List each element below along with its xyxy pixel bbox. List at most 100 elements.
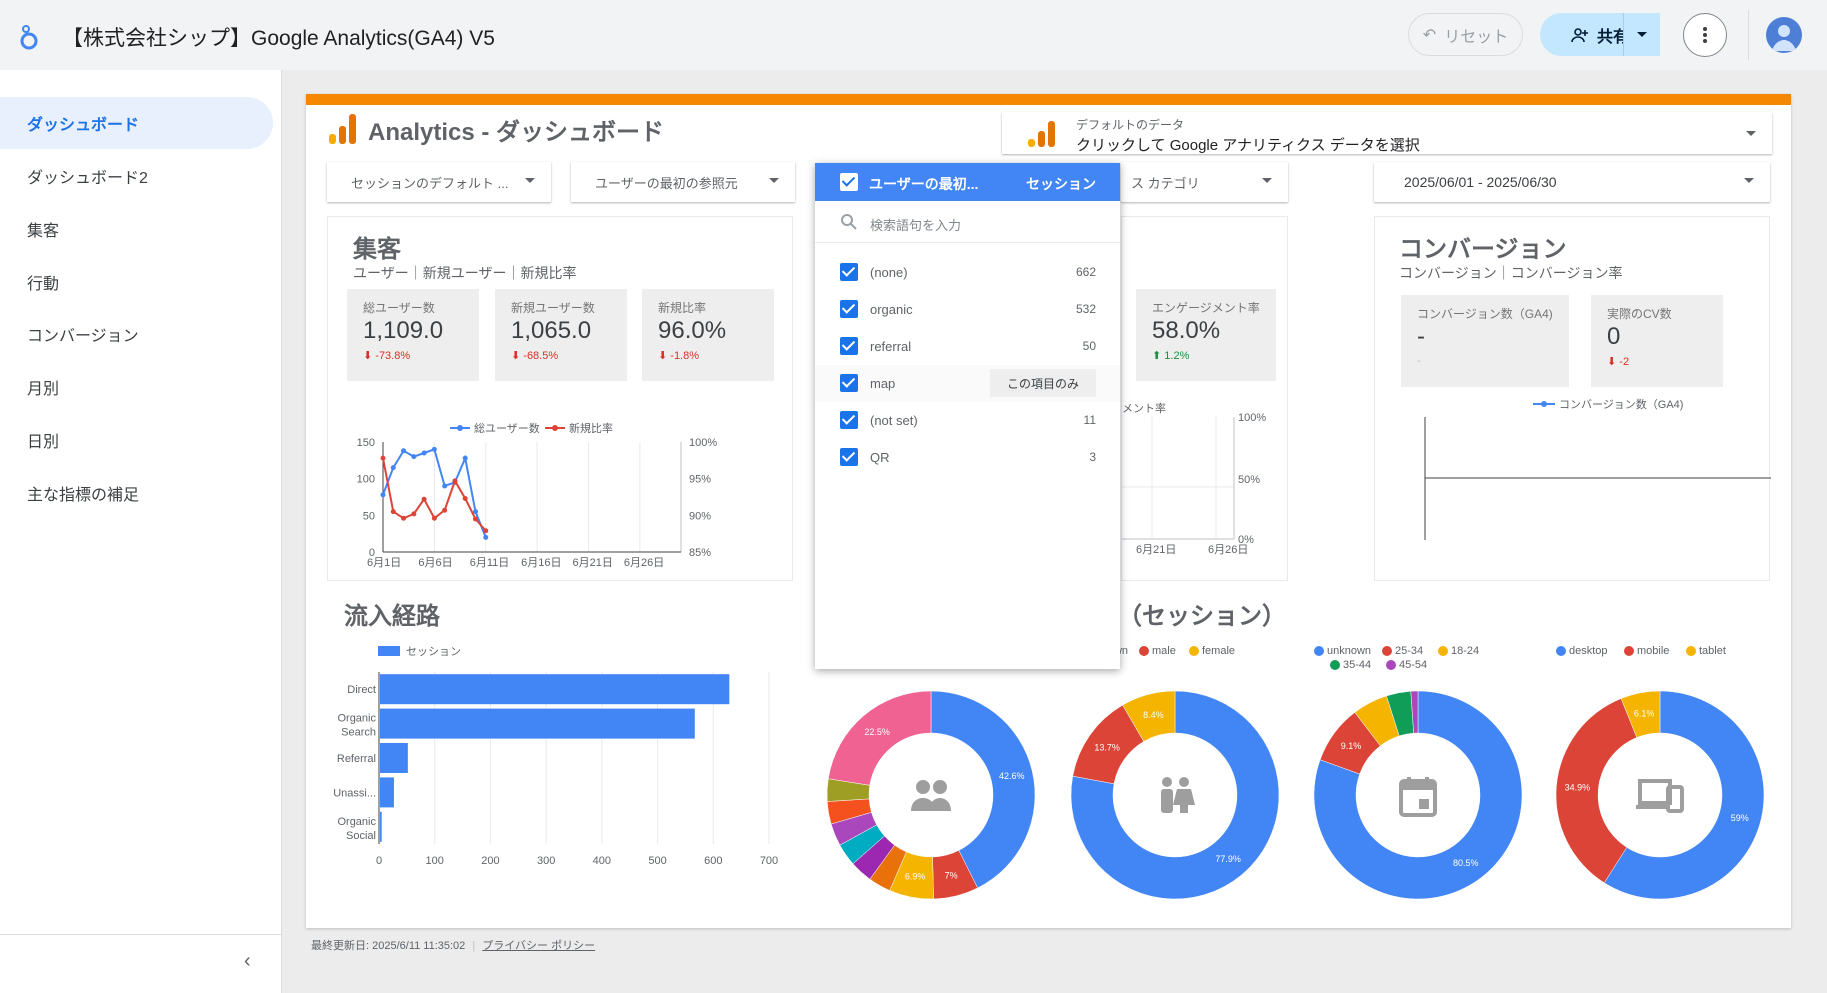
reset-button[interactable]: ↶ リセット bbox=[1408, 13, 1523, 56]
data-point bbox=[380, 492, 386, 498]
dropdown-option[interactable]: (not set) 11 bbox=[815, 402, 1120, 439]
legend-label: female bbox=[1202, 645, 1235, 657]
filter-device-category[interactable]: ス カテゴリ bbox=[1121, 162, 1288, 202]
legend-label: 35-44 bbox=[1343, 659, 1371, 671]
slice-label: 22.5% bbox=[864, 727, 890, 737]
option-checkbox[interactable] bbox=[840, 411, 858, 429]
looker-studio-logo-icon bbox=[20, 25, 38, 50]
x-tick-label: 6月6日 bbox=[418, 557, 452, 569]
category-label: Social bbox=[346, 830, 376, 842]
option-checkbox[interactable] bbox=[840, 374, 858, 392]
legend-swatch bbox=[1556, 646, 1566, 656]
nav-item-dashboard[interactable]: ダッシュボード bbox=[0, 97, 273, 149]
legend-label: コンバージョン数（GA4) bbox=[1559, 399, 1684, 411]
category-label: Organic bbox=[337, 713, 376, 725]
caret-down-icon bbox=[1744, 178, 1754, 183]
demographics-title: （セッション） bbox=[1118, 603, 1286, 630]
donut-slice bbox=[827, 690, 932, 786]
chart-legend: コンバージョン数（GA4) bbox=[1533, 396, 1683, 412]
header-accent-bar bbox=[306, 94, 1791, 105]
kpi-change: ⬆ 1.2% bbox=[1152, 350, 1190, 362]
option-checkbox[interactable] bbox=[840, 337, 858, 355]
only-this-item-button[interactable]: この項目のみ bbox=[990, 369, 1096, 397]
gender-donut-chart: unknownmalefemale77.9%13.7%8.4% bbox=[1066, 642, 1284, 904]
legend-swatch bbox=[1438, 646, 1448, 656]
report-footer: 最終更新日: 2025/6/11 11:35:02 | プライバシー ポリシー bbox=[311, 937, 595, 953]
data-source-value: クリックして Google アナリティクス データを選択 bbox=[1076, 137, 1420, 154]
top-bar: 【株式会社シップ】Google Analytics(GA4) V5 ↶ リセット… bbox=[0, 0, 1827, 70]
engagement-card: エンゲージメント率 58.0% ⬆ 1.2% メント率 100% 50% 0% … bbox=[1121, 216, 1288, 581]
card-title: コンバージョン bbox=[1399, 236, 1567, 263]
y-tick-label: 0 bbox=[369, 547, 375, 559]
dropdown-option-hovered[interactable]: map この項目のみ bbox=[815, 365, 1120, 402]
privacy-policy-link[interactable]: プライバシー ポリシー bbox=[482, 940, 595, 952]
x-tick-label: 300 bbox=[537, 855, 555, 867]
kpi-engagement-rate: エンゲージメント率 58.0% ⬆ 1.2% bbox=[1136, 289, 1276, 381]
nav-item-daily[interactable]: 日別 bbox=[0, 414, 273, 466]
dropdown-header-metric: セッション bbox=[1026, 176, 1096, 192]
dropdown-option[interactable]: (none) 662 bbox=[815, 254, 1120, 291]
legend-swatch bbox=[1533, 401, 1555, 407]
dropdown-option[interactable]: referral 50 bbox=[815, 328, 1120, 365]
nav-item-behavior[interactable]: 行動 bbox=[0, 256, 273, 308]
report-title[interactable]: 【株式会社シップ】Google Analytics(GA4) V5 bbox=[62, 22, 495, 52]
y-tick-label: 100% bbox=[1238, 412, 1266, 424]
data-point bbox=[462, 495, 468, 501]
filter-user-first-source[interactable]: ユーザーの最初の参照元 bbox=[571, 162, 795, 202]
caret-down-icon bbox=[1262, 178, 1272, 183]
gender-icon bbox=[1161, 777, 1195, 813]
option-checkbox[interactable] bbox=[840, 300, 858, 318]
filter-session-default-channel[interactable]: セッションのデフォルト ... bbox=[327, 162, 551, 202]
people-icon bbox=[911, 780, 951, 811]
dashboard-title: Analytics - ダッシュボード bbox=[368, 119, 665, 146]
select-all-checkbox[interactable] bbox=[840, 173, 858, 191]
nav-item-metrics-notes[interactable]: 主な指標の補足 bbox=[0, 467, 273, 519]
dropdown-option[interactable]: QR 3 bbox=[815, 439, 1120, 476]
nav-item-acquisition[interactable]: 集客 bbox=[0, 203, 273, 255]
dropdown-search[interactable]: 検索語句を入力 bbox=[815, 201, 1120, 243]
dropdown-header-label: ユーザーの最初... bbox=[869, 176, 979, 192]
slice-label: 6.9% bbox=[905, 871, 926, 881]
google-analytics-logo-icon bbox=[329, 114, 356, 144]
bar bbox=[380, 811, 382, 842]
card-title: 集客 bbox=[353, 236, 401, 263]
traffic-title: 流入経路 bbox=[344, 603, 440, 630]
option-checkbox[interactable] bbox=[840, 448, 858, 466]
kpi-conversions-ga4: コンバージョン数（GA4) - - bbox=[1401, 295, 1569, 387]
account-avatar[interactable] bbox=[1766, 17, 1802, 53]
legend-marker bbox=[457, 425, 463, 431]
collapse-sidebar-button[interactable]: ‹ bbox=[244, 950, 251, 973]
filter-label: セッションのデフォルト ... bbox=[351, 175, 509, 191]
data-point bbox=[431, 446, 437, 452]
kpi-change: ⬇ -2 bbox=[1607, 356, 1630, 368]
x-tick-label: 6月21日 bbox=[1136, 544, 1176, 556]
data-point bbox=[401, 515, 407, 521]
nav-item-monthly[interactable]: 月別 bbox=[0, 361, 273, 413]
dropdown-option[interactable]: organic 532 bbox=[815, 291, 1120, 328]
kpi-actual-cv: 実際のCV数 0 ⬇ -2 bbox=[1591, 295, 1723, 387]
nav-item-conversion[interactable]: コンバージョン bbox=[0, 308, 273, 360]
nav-item-dashboard2[interactable]: ダッシュボード2 bbox=[0, 150, 273, 202]
x-tick-label: 0 bbox=[376, 855, 382, 867]
option-checkbox[interactable] bbox=[840, 263, 858, 281]
traffic-bar-chart: 0 100 200 300 400 500 600 700 Direct Organic Searc… bbox=[333, 672, 778, 867]
bar bbox=[380, 708, 695, 739]
data-source-selector[interactable]: デフォルトのデータ クリックして Google アナリティクス データを選択 bbox=[1002, 112, 1772, 154]
kpi-label: 総ユーザー数 bbox=[363, 301, 435, 315]
slice-label: 9.1% bbox=[1341, 741, 1362, 751]
slice-label: 6.1% bbox=[1634, 709, 1655, 719]
caret-down-icon bbox=[525, 178, 535, 183]
data-point bbox=[462, 455, 468, 461]
card-subtitle: ユーザー｜新規ユーザー｜新規比率 bbox=[353, 265, 577, 281]
legend-swatch bbox=[378, 646, 400, 656]
y-tick-label: 100 bbox=[357, 474, 375, 486]
more-options-button[interactable] bbox=[1683, 13, 1727, 57]
kpi-label: 新規比率 bbox=[658, 301, 707, 315]
bar bbox=[380, 743, 408, 773]
legend-swatch bbox=[1139, 646, 1149, 656]
kpi-value: 1,109.0 bbox=[363, 317, 444, 344]
kpi-value: 0 bbox=[1607, 323, 1621, 350]
data-point bbox=[390, 509, 396, 515]
date-range-picker[interactable]: 2025/06/01 - 2025/06/30 bbox=[1374, 162, 1770, 202]
data-point bbox=[421, 496, 427, 502]
